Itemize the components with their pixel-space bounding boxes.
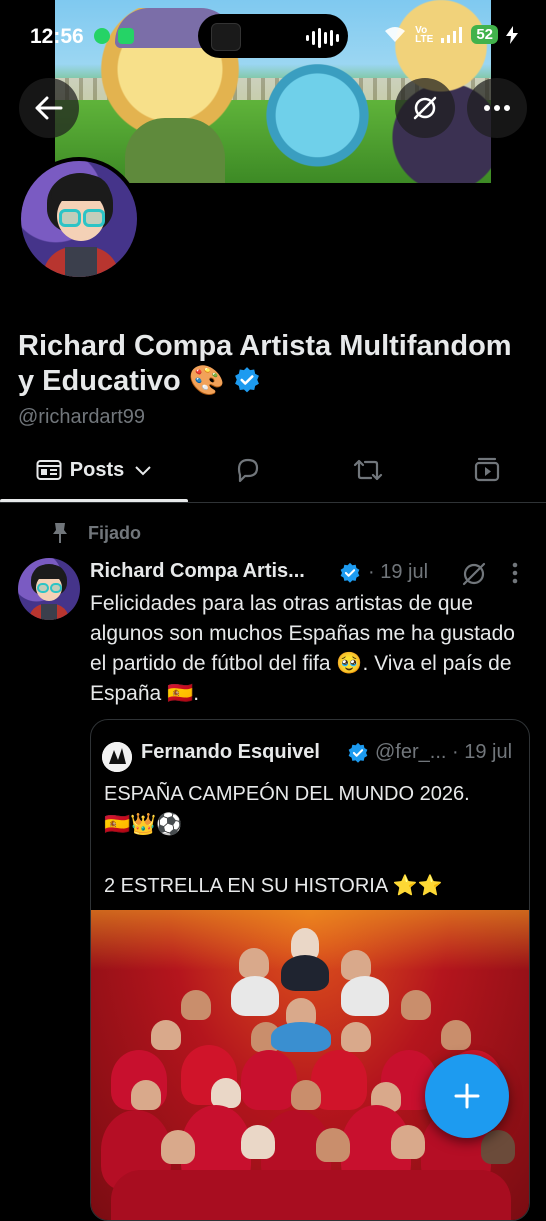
tweet-text: Felicidades para las otras artistas de q… [90, 592, 515, 705]
tweet-author-name[interactable]: Richard Compa Artis... [90, 560, 305, 583]
quoted-emojis: 🇪🇸👑⚽ [104, 813, 182, 837]
wifi-icon [385, 26, 406, 42]
video-icon [474, 457, 500, 482]
charging-icon [506, 25, 518, 44]
pin-icon [53, 523, 67, 543]
quoted-author-avatar[interactable] [102, 742, 132, 772]
posts-icon [36, 460, 62, 480]
signal-icon [441, 26, 463, 43]
pinned-indicator: Fijado [52, 522, 141, 544]
tab-posts[interactable]: Posts [0, 441, 188, 499]
profile-handle: @richardart99 [18, 406, 146, 428]
whatsapp-icon [94, 28, 110, 44]
battery-level: 52 [471, 25, 498, 44]
more-button[interactable] [467, 78, 527, 138]
name-emoji: 🎨 [188, 365, 225, 397]
quoted-handle: @fer_... [375, 741, 447, 763]
notification-app-icon [118, 28, 134, 44]
verified-badge-icon[interactable] [233, 366, 261, 394]
verified-badge-icon [348, 742, 368, 763]
tab-reposts[interactable] [308, 441, 428, 499]
display-name-text: Richard Compa Artista Multifandom y Educ… [18, 330, 512, 397]
tab-posts-label: Posts [69, 458, 125, 481]
quoted-date: · 19 jul [452, 741, 513, 763]
grok-icon [413, 96, 437, 120]
quoted-text-line2: 2 ESTRELLA EN SU HISTORIA ⭐⭐ [104, 875, 443, 897]
grok-button[interactable] [395, 78, 455, 138]
back-button[interactable] [19, 78, 79, 138]
plus-icon [454, 1083, 480, 1109]
tab-media[interactable] [428, 441, 546, 499]
tweet-author-avatar[interactable] [18, 558, 80, 620]
arrow-left-icon [35, 96, 63, 120]
more-horizontal-icon [484, 105, 510, 111]
status-icons: Vo LTE 52 [383, 25, 518, 44]
tab-replies[interactable] [188, 441, 308, 499]
retweet-icon [353, 459, 383, 481]
profile-tabs: Posts [0, 441, 546, 503]
status-time: 12:56 [30, 25, 84, 48]
tweet-date[interactable]: · 19 jul [368, 561, 428, 584]
pinned-label: Fijado [88, 522, 141, 543]
quoted-emoji-row: 🇪🇸👑⚽ [104, 813, 183, 836]
compose-button[interactable] [425, 1054, 509, 1138]
profile-avatar[interactable] [17, 157, 141, 281]
quoted-tweet-card[interactable]: Fernando Esquivel @fer_... · 19 jul ESPA… [90, 719, 530, 1221]
dynamic-island[interactable] [198, 14, 348, 58]
more-vertical-icon[interactable] [505, 560, 525, 586]
profile-display-name: Richard Compa Artista Multifandom y Educ… [18, 329, 518, 399]
quoted-text-line1: ESPAÑA CAMPEÓN DEL MUNDO 2026. [104, 783, 470, 805]
chevron-down-icon [135, 466, 151, 476]
grok-icon[interactable] [460, 560, 488, 588]
reply-bubble-icon [237, 458, 259, 483]
quoted-author-handle-date: @fer_... · 19 jul [375, 741, 512, 764]
quoted-author-name: Fernando Esquivel [141, 741, 320, 763]
network-type: Vo LTE [415, 24, 434, 45]
verified-badge-icon [340, 562, 360, 583]
tabs-divider [0, 502, 546, 503]
